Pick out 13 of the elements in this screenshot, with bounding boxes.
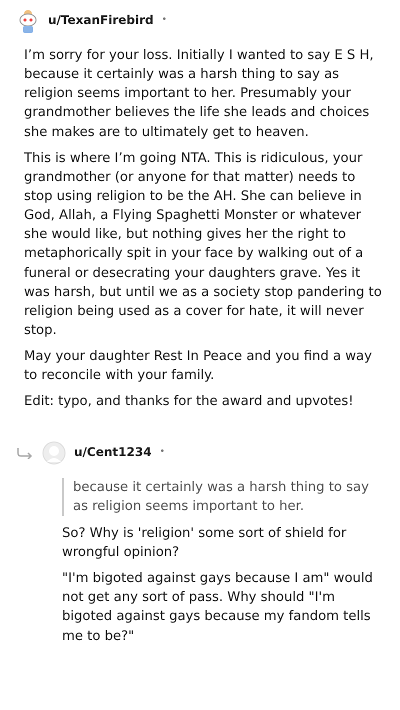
reply-arrow-icon [16,446,34,459]
quote-text: because it certainly was a harsh thing to say as religion seems important to her. [62,478,384,516]
comment-paragraph: May your daughter Rest In Peace and you find a way to reconcile with your family. [24,348,373,386]
comment-paragraph: I’m sorry for your loss. Initially I wanted to say E S H, because it certainly was a harsh thing to say as religion seems important to her. Presumably your grandmother believes the life she leads and choices she makes are to ultimately get to heaven. [24,47,375,142]
username-link[interactable]: u/Cent1234 [74,444,152,462]
comment-paragraph: Edit: typo, and thanks for the award and upvotes! [24,393,355,412]
avatar-icon [42,440,66,465]
comment-paragraph: "I'm bigoted against gays because I am" would not get any sort of pass. Why should "I'm bigoted against gays because my fandom tells me to be?" [62,570,374,646]
separator-dot: • [160,446,165,459]
comment-paragraph: This is where I’m going NTA. This is ridiculous, your grandmother (or anyone for that matter) needs to stop using religion to be the AH. She can believe in God, Allah, a Flying Spaghetti Monster or whatever she would like, but nothing gives her the right to metaphorically spit in your face by walking out of a funeral or desecrating your daughters grave. Yes it was harsh, but until we as a society stop pandering to religion being used as a cover for hate, it will never stop. [24,150,383,340]
comment-paragraph: So? Why is 'religion' some sort of shield for wrongful opinion? [62,524,348,562]
username-link[interactable]: u/TexanFirebird [48,12,154,30]
separator-dot: • [162,14,167,28]
